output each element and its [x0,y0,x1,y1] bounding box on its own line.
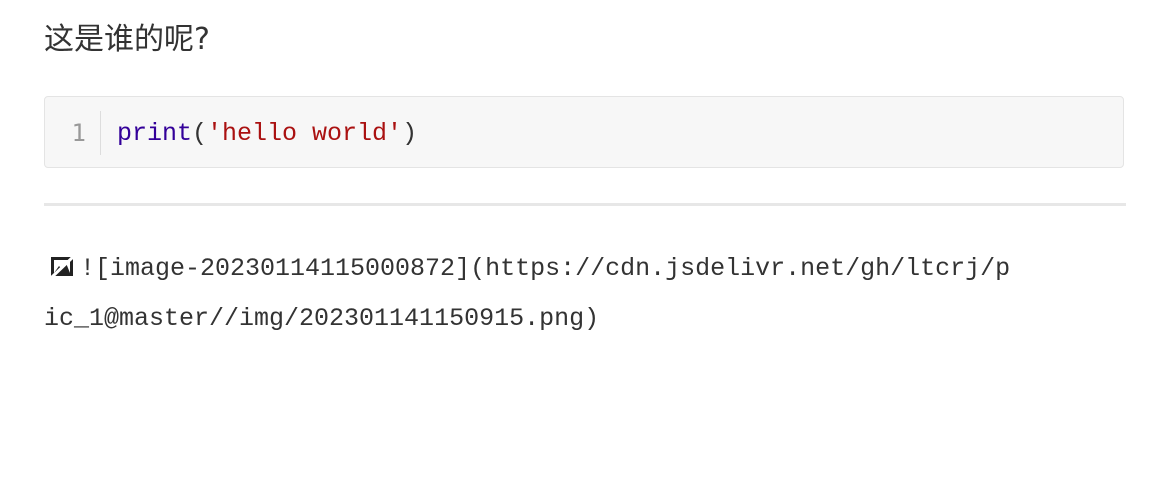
line-number: 1 [71,119,86,147]
code-token-open-paren: ( [192,119,208,148]
code-token-builtin: print [117,119,193,148]
horizontal-rule [44,203,1126,206]
code-line[interactable]: print('hello world') [117,120,417,148]
image-markup-text-line-1: ![image-20230114115000872](https://cdn.j… [80,254,1011,283]
broken-image-icon [50,248,76,279]
code-token-close-paren: ) [402,119,418,148]
code-gutter: 1 [45,111,101,155]
content-heading: 这是谁的呢? [44,22,210,57]
code-block[interactable]: 1 print('hello world') [44,96,1124,168]
broken-image-markdown[interactable]: ![image-20230114115000872](https://cdn.j… [44,244,1130,344]
image-markup-line-1: ![image-20230114115000872](https://cdn.j… [50,244,1130,294]
code-token-string: 'hello world' [207,119,403,148]
image-markup-line-2: ic_1@master//img/202301141150915.png) [44,304,600,333]
